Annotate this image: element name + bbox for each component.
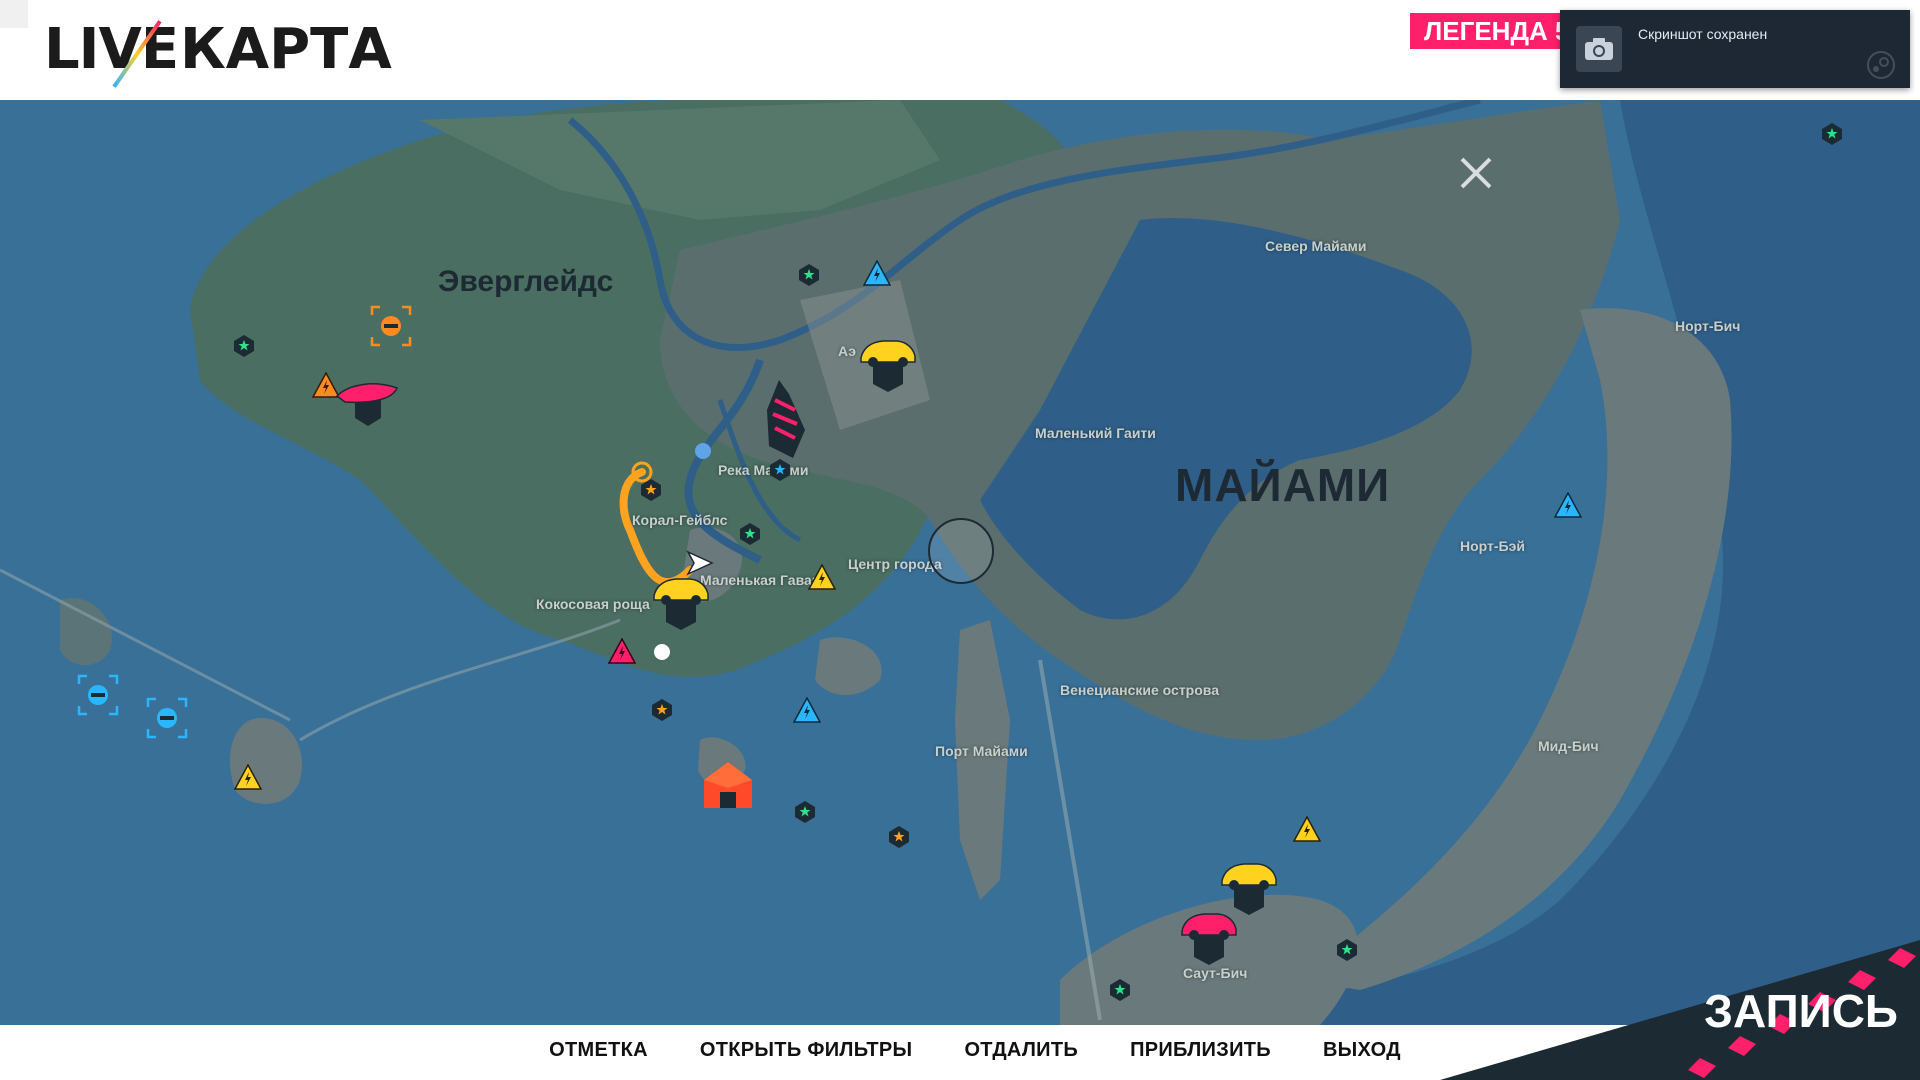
logo-live-text: LIVE [44, 17, 179, 82]
player-marker-dot[interactable] [695, 443, 711, 459]
region-everglades: Эверглейдс [438, 265, 614, 298]
waypoint-dot[interactable] [654, 644, 670, 660]
player-arrow-icon [686, 550, 714, 576]
hub-star-icon[interactable] [232, 334, 256, 358]
skill-bolt-icon[interactable] [793, 697, 821, 723]
photo-spot-icon[interactable] [370, 305, 412, 347]
district-north-miami: Север Майами [1265, 238, 1367, 254]
car-vendor-icon[interactable] [650, 570, 712, 630]
hub-star-icon[interactable] [768, 458, 792, 482]
zoom-out-button[interactable]: ОТДАЛИТЬ [964, 1025, 1078, 1075]
photo-spot-icon[interactable] [146, 697, 188, 739]
district-mid-beach: Мид-Бич [1538, 738, 1599, 754]
hub-star-icon[interactable] [797, 263, 821, 287]
airfield-icon[interactable] [1458, 155, 1494, 191]
screenshot-toast: Скриншот сохранен [1560, 10, 1910, 88]
skill-bolt-icon[interactable] [863, 260, 891, 286]
district-little-haiti: Маленький Гаити [1035, 425, 1156, 441]
car-vendor-icon[interactable] [857, 332, 919, 392]
hub-star-icon[interactable] [738, 522, 762, 546]
skill-bolt-icon[interactable] [1554, 492, 1582, 518]
logo-map-text: КАРТА [180, 17, 392, 82]
race-bolt-icon[interactable] [234, 764, 262, 790]
hub-star-icon[interactable] [1108, 978, 1132, 1002]
hub-gold-star-icon[interactable] [650, 698, 674, 722]
district-port-miami: Порт Майами [935, 743, 1028, 759]
hub-star-icon[interactable] [1820, 122, 1844, 146]
district-miami-river: Река Майами [718, 462, 809, 478]
zoom-in-button[interactable]: ПРИБЛИЗИТЬ [1130, 1025, 1271, 1075]
race-bolt-icon[interactable] [808, 564, 836, 590]
photo-spot-icon[interactable] [77, 674, 119, 716]
district-coral-gables: Корал-Гейблс [632, 512, 728, 528]
map-cursor[interactable] [928, 518, 994, 584]
mark-button[interactable]: ОТМЕТКА [549, 1025, 648, 1075]
exit-button[interactable]: ВЫХОД [1323, 1025, 1401, 1075]
district-north-beach: Норт-Бич [1675, 318, 1741, 334]
district-south-beach: Саут-Бич [1183, 965, 1248, 981]
district-downtown: Центр города [848, 556, 942, 572]
race-bolt-icon[interactable] [1293, 816, 1321, 842]
toast-message: Скриншот сохранен [1638, 26, 1768, 42]
pvp-bolt-icon[interactable] [608, 638, 636, 664]
camera-icon [1576, 26, 1622, 72]
live-map-logo: LIVE КАРТА [40, 14, 392, 88]
summit-tower-icon[interactable] [765, 380, 807, 460]
hub-star-icon[interactable] [793, 800, 817, 824]
district-coconut-grove: Кокосовая роща [536, 596, 650, 612]
hq-house-icon[interactable] [700, 758, 756, 814]
hub-gold-star-icon[interactable] [887, 825, 911, 849]
steam-icon [1867, 51, 1895, 79]
region-miami: МАЙАМИ [1175, 459, 1391, 511]
district-airport: Аэ [838, 343, 857, 359]
district-venetian-islands: Венецианские острова [1060, 682, 1219, 698]
hub-star-icon[interactable] [1335, 938, 1359, 962]
boat-vendor-icon[interactable] [335, 372, 401, 428]
fps-counter [0, 0, 28, 28]
district-north-bay: Норт-Бэй [1460, 538, 1525, 554]
hub-gold-star-icon[interactable] [639, 478, 663, 502]
pink-car-icon[interactable] [1178, 905, 1240, 965]
open-filters-button[interactable]: ОТКРЫТЬ ФИЛЬТРЫ [700, 1025, 913, 1075]
world-map[interactable]: Эверглейдс МАЙАМИ Север Майами Норт-Бич … [0, 100, 1920, 1025]
recording-label: ЗАПИСЬ [1704, 985, 1898, 1037]
